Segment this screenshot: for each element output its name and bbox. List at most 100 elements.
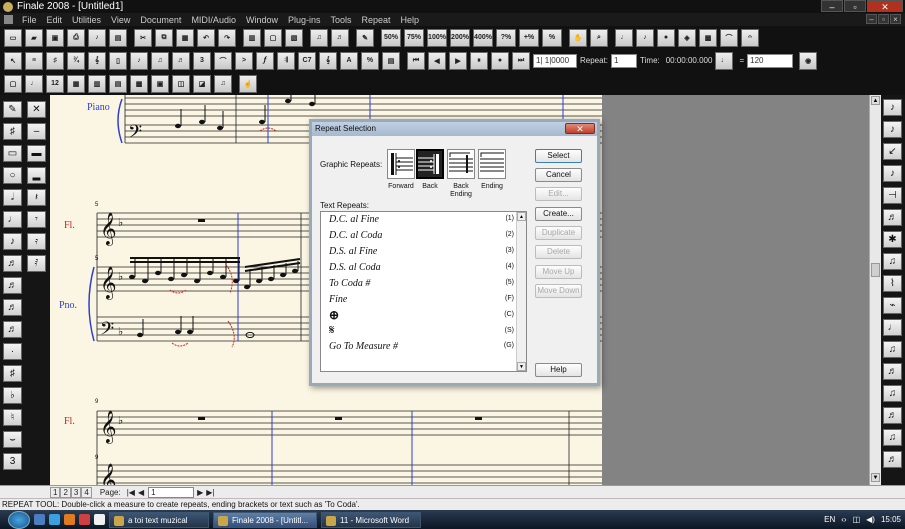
- zoom-200-button[interactable]: 200%: [450, 28, 470, 47]
- copy-icon[interactable]: ⧉: [155, 28, 173, 47]
- tool-icon-11[interactable]: ♫: [214, 74, 232, 93]
- articulation-icon[interactable]: >: [235, 51, 253, 70]
- palette-quarter-note-icon[interactable]: ♩: [3, 211, 22, 228]
- rpal-icon-16[interactable]: ♫: [883, 429, 902, 446]
- rpal-icon-6[interactable]: ♬: [883, 209, 902, 226]
- scroll-down-icon[interactable]: ▼: [871, 473, 880, 482]
- measure-tool-icon[interactable]: ▯: [109, 51, 127, 70]
- time-signature-icon[interactable]: ¾: [67, 51, 85, 70]
- doc-restore-button[interactable]: ▫: [878, 14, 889, 24]
- smart-shape-icon[interactable]: ⌒: [214, 51, 232, 70]
- paste-icon[interactable]: ▦: [176, 28, 194, 47]
- vertical-scrollbar[interactable]: ▲ ▼: [869, 95, 881, 485]
- text-repeat-item[interactable]: D.S. al Coda: [329, 262, 381, 273]
- list-scrollbar[interactable]: ▲ ▼: [516, 212, 526, 371]
- instrument-icon[interactable]: ♬: [331, 28, 349, 47]
- doc-minimize-button[interactable]: –: [866, 14, 877, 24]
- save-icon[interactable]: ▣: [46, 28, 64, 47]
- maximize-button[interactable]: ▫: [844, 0, 866, 12]
- text-repeats-list[interactable]: D.C. al Fine (1) D.C. al Coda (2) D.S. a…: [320, 211, 527, 372]
- tool-icon-7[interactable]: ▩: [130, 74, 148, 93]
- page-tab-3[interactable]: 3: [70, 486, 82, 498]
- repeat-ending-icon[interactable]: [478, 149, 506, 179]
- zoom-50-button[interactable]: 50%: [381, 28, 401, 47]
- page-tab-2[interactable]: 2: [60, 486, 71, 498]
- menu-document[interactable]: Document: [135, 15, 186, 25]
- scroll-thumb[interactable]: [871, 263, 880, 277]
- tool-icon-d[interactable]: ◈: [678, 28, 696, 47]
- language-indicator[interactable]: EN: [824, 515, 835, 524]
- next-page-icon[interactable]: ▶: [197, 488, 203, 497]
- coda-sign-item[interactable]: ⊕: [329, 308, 339, 323]
- rpal-icon-4[interactable]: ♪: [883, 165, 902, 182]
- scroll-view-icon[interactable]: ▥: [243, 28, 261, 47]
- rpal-icon-7[interactable]: ✱: [883, 231, 902, 248]
- palette-16th-note-icon[interactable]: ♬: [3, 255, 22, 272]
- page-view-icon[interactable]: ▢: [264, 28, 282, 47]
- palette-quarter-rest-icon[interactable]: 𝄽: [27, 189, 46, 206]
- task-text-muzical[interactable]: a toi text muzical: [109, 511, 209, 528]
- zoom-75-button[interactable]: 75%: [404, 28, 424, 47]
- menu-midi-audio[interactable]: MIDI/Audio: [186, 15, 241, 25]
- rpal-icon-12[interactable]: ♫: [883, 341, 902, 358]
- hand-grabber-icon[interactable]: ✋: [569, 28, 587, 47]
- tool-icon-e[interactable]: ▩: [699, 28, 717, 47]
- page-layout-icon[interactable]: ▤: [382, 51, 400, 70]
- zoom-100-button[interactable]: 100%: [427, 28, 447, 47]
- rpal-icon-1[interactable]: ♪: [883, 99, 902, 116]
- menu-plug-ins[interactable]: Plug-ins: [283, 15, 326, 25]
- redo-icon[interactable]: ↷: [218, 28, 236, 47]
- hyperscribe-icon[interactable]: ♬: [172, 51, 190, 70]
- palette-eighth-rest-icon[interactable]: 𝄾: [27, 211, 46, 228]
- tool-icon-c[interactable]: ●: [657, 28, 675, 47]
- tool-icon-f[interactable]: ⌒: [720, 28, 738, 47]
- palette-close-icon[interactable]: ✕: [27, 101, 46, 118]
- close-button[interactable]: ✕: [867, 0, 903, 12]
- palette-32nd-rest-icon[interactable]: 𝅀: [27, 255, 46, 272]
- simple-entry-icon[interactable]: ♪: [130, 51, 148, 70]
- palette-minus-icon[interactable]: –: [27, 123, 46, 140]
- rpal-icon-2[interactable]: ♪: [883, 121, 902, 138]
- palette-64th-note-icon[interactable]: ♬: [3, 299, 22, 316]
- rpal-icon-10[interactable]: ⌁: [883, 297, 902, 314]
- print-icon[interactable]: ⎙: [67, 28, 85, 47]
- rpal-icon-5[interactable]: ⊣: [883, 187, 902, 204]
- minimize-button[interactable]: –: [821, 0, 843, 12]
- tool-icon-3[interactable]: 12: [46, 74, 64, 93]
- rpal-icon-11[interactable]: ♩: [883, 319, 902, 336]
- rewind-icon[interactable]: ⏮: [407, 51, 425, 70]
- rpal-icon-3[interactable]: ↙: [883, 143, 902, 160]
- first-page-icon[interactable]: |◀: [127, 488, 135, 497]
- speaker-icon[interactable]: ◉: [799, 51, 818, 70]
- back-icon[interactable]: ◀: [428, 51, 446, 70]
- clock[interactable]: 15:05: [881, 515, 901, 524]
- zoom-percent-button[interactable]: %: [542, 28, 562, 47]
- tool-icon-8[interactable]: ▣: [151, 74, 169, 93]
- select-button[interactable]: Select: [535, 149, 582, 163]
- palette-tie-icon[interactable]: ⌣: [3, 431, 22, 448]
- tool-icon-g[interactable]: 𝄐: [741, 28, 759, 47]
- text-repeat-item[interactable]: D.C. al Coda: [329, 230, 382, 241]
- tool-icon-5[interactable]: ▥: [88, 74, 106, 93]
- rpal-icon-13[interactable]: ♬: [883, 363, 902, 380]
- palette-32nd-note-icon[interactable]: ♬: [3, 277, 22, 294]
- palette-rest-icon[interactable]: ▬: [27, 145, 46, 162]
- delete-button[interactable]: Delete: [535, 245, 582, 259]
- tool-icon-b[interactable]: ♪: [636, 28, 654, 47]
- record-icon[interactable]: ●: [491, 51, 509, 70]
- cancel-button[interactable]: Cancel: [535, 168, 582, 182]
- zoom-400-button[interactable]: 400%: [473, 28, 493, 47]
- repeat-back-icon[interactable]: [416, 149, 444, 179]
- midi-icon[interactable]: ▤: [109, 28, 127, 47]
- text-repeat-item[interactable]: To Coda #: [329, 278, 370, 289]
- zoom-custom-button[interactable]: ?%: [496, 28, 516, 47]
- menu-edit[interactable]: Edit: [42, 15, 68, 25]
- tray-arrows-icon[interactable]: ‹›: [841, 515, 846, 524]
- duplicate-button[interactable]: Duplicate: [535, 226, 582, 240]
- network-icon[interactable]: ◫: [853, 515, 861, 524]
- repeat-forward-icon[interactable]: [387, 149, 415, 179]
- playback-icon[interactable]: ♪: [88, 28, 106, 47]
- repeat-count-field[interactable]: 1: [611, 53, 638, 68]
- lyrics-tool-icon[interactable]: 𝄞: [319, 51, 337, 70]
- rpal-icon-14[interactable]: ♫: [883, 385, 902, 402]
